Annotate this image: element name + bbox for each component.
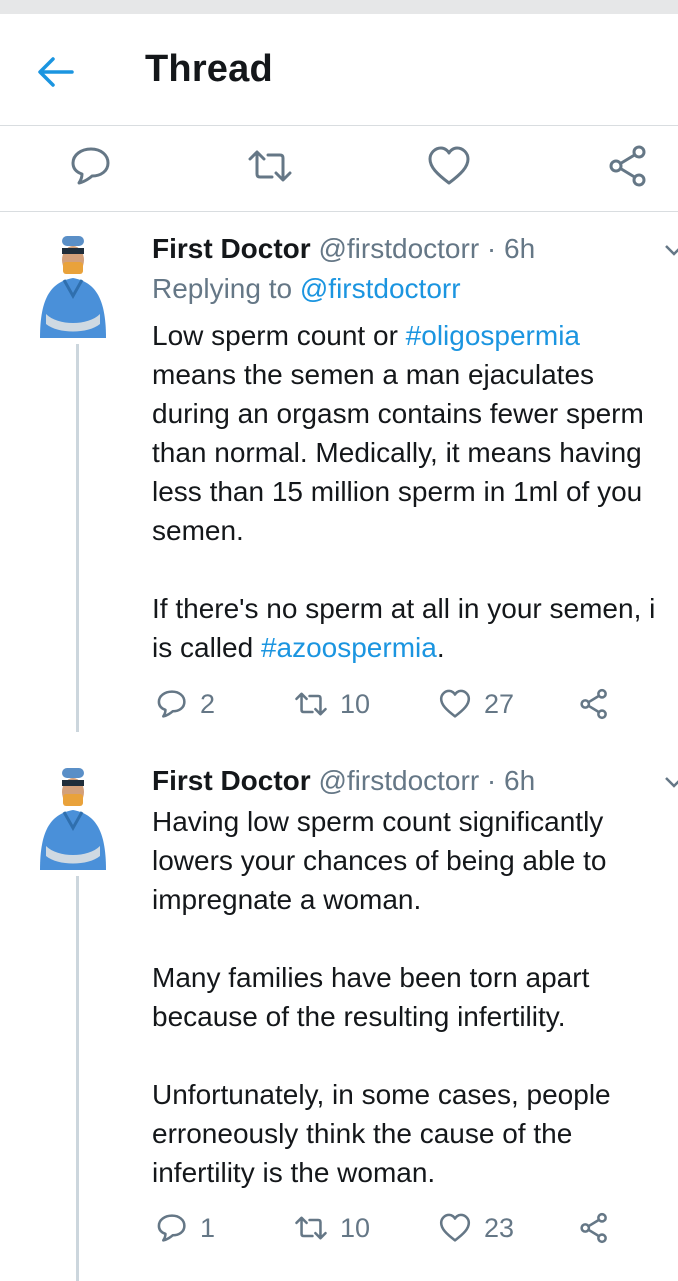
header: Thread — [0, 14, 678, 126]
reply-icon — [157, 1214, 186, 1242]
tweet-time: 6h — [504, 233, 536, 264]
like-button[interactable]: 27 — [438, 684, 514, 724]
hashtag-link[interactable]: #azoospermia — [261, 632, 437, 663]
like-button[interactable] — [427, 144, 471, 188]
tweet[interactable]: First Doctor @firstdoctorr · 6h Replying… — [0, 212, 678, 732]
chevron-down-icon[interactable] — [664, 244, 678, 258]
author-handle: @firstdoctorr — [318, 233, 480, 264]
hashtag-link[interactable]: #oligospermia — [406, 320, 580, 351]
author-name[interactable]: First Doctor — [152, 233, 311, 264]
retweet-button[interactable]: 10 — [294, 684, 370, 724]
tweet-meta: First Doctor @firstdoctorr · 6h — [152, 765, 536, 796]
share-icon — [580, 688, 607, 720]
reply-button[interactable]: 1 — [156, 1208, 215, 1248]
tweet[interactable]: First Doctor @firstdoctorr · 6h Having l… — [0, 744, 678, 1281]
heart-icon — [428, 146, 470, 185]
tweet-text: Low sperm count or #oligospermia means t… — [152, 320, 656, 663]
retweet-button[interactable]: 10 — [294, 1208, 370, 1248]
share-icon — [609, 145, 646, 187]
reply-count: 1 — [200, 1212, 216, 1243]
avatar[interactable] — [34, 234, 112, 338]
thread-line — [76, 344, 79, 732]
avatar[interactable] — [34, 766, 112, 870]
retweet-count: 10 — [340, 688, 371, 719]
tweet-meta: First Doctor @firstdoctorr · 6h — [152, 233, 536, 264]
heart-icon — [439, 689, 471, 718]
share-button[interactable] — [606, 144, 650, 188]
retweet-icon — [295, 1216, 327, 1240]
reply-count: 2 — [200, 688, 216, 719]
replying-to-link[interactable]: @firstdoctorr — [300, 273, 461, 304]
thread-action-bar — [0, 126, 678, 212]
reply-button[interactable]: 2 — [156, 684, 215, 724]
author-handle: @firstdoctorr — [318, 765, 480, 796]
replying-to: Replying to @firstdoctorr — [152, 273, 461, 304]
heart-icon — [439, 1213, 471, 1242]
share-button[interactable] — [578, 1208, 610, 1248]
like-count: 23 — [484, 1212, 515, 1243]
retweet-icon — [295, 692, 327, 716]
reply-button[interactable] — [69, 144, 113, 188]
tweet-time: 6h — [504, 765, 536, 796]
share-button[interactable] — [578, 684, 610, 724]
retweet-button[interactable] — [248, 144, 292, 188]
like-button[interactable]: 23 — [438, 1208, 514, 1248]
status-bar — [0, 0, 678, 14]
reply-icon — [71, 147, 110, 185]
like-count: 27 — [484, 688, 515, 719]
chevron-down-icon[interactable] — [664, 776, 678, 790]
tweet-actions: 2 10 27 — [152, 684, 652, 724]
retweet-icon — [248, 150, 292, 182]
arrow-left-icon — [38, 57, 74, 87]
back-button[interactable] — [36, 52, 76, 92]
share-icon — [580, 1212, 607, 1244]
reply-icon — [157, 690, 186, 718]
thread-line — [76, 876, 79, 1281]
tweet-actions: 1 10 23 — [152, 1208, 652, 1248]
author-name[interactable]: First Doctor — [152, 765, 311, 796]
retweet-count: 10 — [340, 1212, 371, 1243]
page-title: Thread — [145, 48, 273, 90]
tweet-text: Having low sperm count significantly low… — [152, 806, 611, 1188]
